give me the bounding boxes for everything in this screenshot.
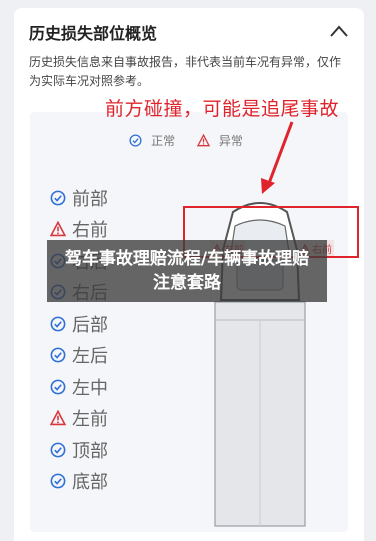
legend-normal: 正常 [129, 132, 181, 149]
overlay-title: 驾车事故理赔流程/车辆事故理赔注意套路 [64, 249, 310, 293]
part-row: 左前 [50, 403, 108, 435]
part-row: 底部 [50, 466, 108, 498]
check-circle-icon [129, 134, 142, 147]
part-label: 底部 [72, 472, 108, 494]
legend-abnormal-label: 异常 [218, 134, 243, 148]
check-circle-icon [50, 347, 66, 363]
section-description: 历史损失信息来自事故报告，非代表当前车况有异常，仅作为实际车况对照参考。 [29, 55, 342, 88]
part-row: 顶部 [50, 434, 108, 466]
part-label: 前部 [72, 188, 108, 210]
part-row: 左中 [50, 371, 108, 403]
part-label: 左前 [72, 409, 108, 431]
part-label: 左中 [72, 377, 108, 399]
car-damage-diagram: 正常 异常 前部右前右后右后后部左后左中左前顶部底部 [30, 112, 348, 532]
check-circle-icon [50, 379, 66, 395]
status-legend: 正常 异常 [30, 132, 348, 150]
part-label: 后部 [72, 314, 108, 336]
legend-abnormal: 异常 [196, 132, 249, 149]
warning-triangle-icon [50, 221, 66, 237]
part-row: 后部 [50, 308, 108, 340]
part-row: 左后 [50, 340, 108, 372]
part-label: 右前 [72, 220, 108, 242]
check-circle-icon [50, 190, 66, 206]
warning-triangle-icon [196, 134, 210, 147]
check-circle-icon [50, 316, 66, 332]
article-title-overlay: 驾车事故理赔流程/车辆事故理赔注意套路 [47, 240, 327, 302]
check-circle-icon [50, 442, 66, 458]
check-circle-icon [50, 473, 66, 489]
section-title: 历史损失部位概览 [29, 24, 158, 43]
collision-annotation: 前方碰撞，可能是追尾事故 [105, 98, 340, 120]
part-label: 左后 [72, 346, 108, 368]
part-label: 顶部 [72, 440, 108, 462]
legend-normal-label: 正常 [151, 134, 176, 148]
warning-triangle-icon [50, 410, 66, 426]
chevron-up-icon[interactable] [328, 22, 350, 40]
part-status-list: 前部右前右后右后后部左后左中左前顶部底部 [50, 182, 108, 497]
part-row: 前部 [50, 182, 108, 214]
